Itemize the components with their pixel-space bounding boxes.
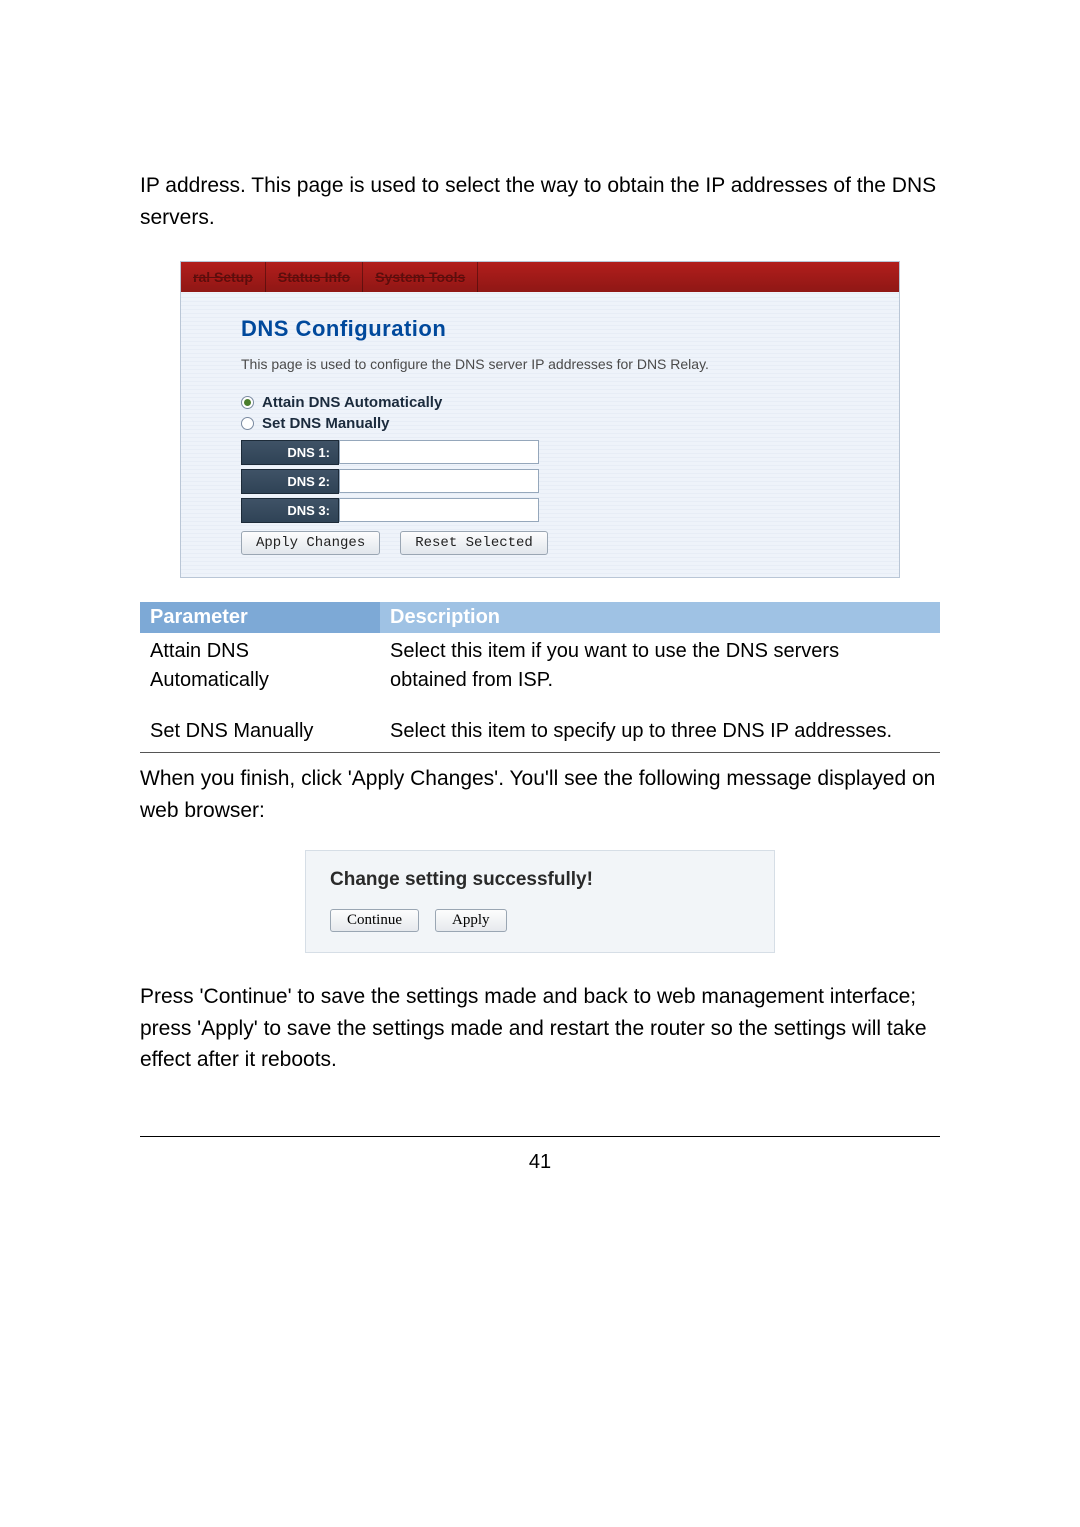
reset-selected-button[interactable]: Reset Selected <box>400 531 548 555</box>
cell-param: Attain DNS Automatically <box>140 633 380 699</box>
tab-label: System Tools <box>375 269 465 285</box>
table-row: Set DNS Manually Select this item to spe… <box>140 699 940 753</box>
dns-row-1: DNS 1: <box>241 440 859 465</box>
success-button-row: Continue Apply <box>330 909 750 932</box>
th-parameter: Parameter <box>140 602 380 633</box>
dns1-input[interactable] <box>339 440 539 464</box>
tab-label: ral Setup <box>193 269 253 285</box>
apply-button[interactable]: Apply <box>435 909 507 932</box>
intro-text: IP address. This page is used to select … <box>140 170 940 233</box>
footer-rule <box>140 1136 940 1137</box>
dns-row-2: DNS 2: <box>241 469 859 494</box>
tab-general-setup[interactable]: ral Setup <box>181 262 266 292</box>
th-description: Description <box>380 602 940 633</box>
continue-button[interactable]: Continue <box>330 909 419 932</box>
cell-param: Set DNS Manually <box>140 699 380 753</box>
page: IP address. This page is used to select … <box>0 0 1080 1234</box>
radio-attain-auto[interactable]: Attain DNS Automatically <box>241 394 859 411</box>
paragraph-apply-note: When you finish, click 'Apply Changes'. … <box>140 763 940 826</box>
success-screenshot: Change setting successfully! Continue Ap… <box>305 850 775 953</box>
table-row: Attain DNS Automatically Select this ite… <box>140 633 940 699</box>
tab-status-info[interactable]: Status Info <box>266 262 363 292</box>
dns3-input[interactable] <box>339 498 539 522</box>
dns-config-screenshot: ral Setup Status Info System Tools DNS C… <box>180 261 900 578</box>
radio-label: Attain DNS Automatically <box>262 394 442 411</box>
config-panel: DNS Configuration This page is used to c… <box>181 292 899 577</box>
radio-icon <box>241 396 254 409</box>
success-title: Change setting successfully! <box>330 869 750 891</box>
page-number: 41 <box>140 1151 940 1174</box>
dns3-label: DNS 3: <box>241 498 339 523</box>
radio-label: Set DNS Manually <box>262 415 390 432</box>
parameter-table: Parameter Description Attain DNS Automat… <box>140 602 940 753</box>
apply-changes-button[interactable]: Apply Changes <box>241 531 380 555</box>
panel-title: DNS Configuration <box>241 316 859 342</box>
cell-desc: Select this item to specify up to three … <box>380 699 940 753</box>
tab-label: Status Info <box>278 269 350 285</box>
radio-icon <box>241 417 254 430</box>
tab-system-tools[interactable]: System Tools <box>363 262 478 292</box>
dns1-label: DNS 1: <box>241 440 339 465</box>
cell-desc: Select this item if you want to use the … <box>380 633 940 699</box>
paragraph-continue-note: Press 'Continue' to save the settings ma… <box>140 981 940 1076</box>
tab-bar: ral Setup Status Info System Tools <box>181 262 899 292</box>
dns-row-3: DNS 3: <box>241 498 859 523</box>
dns-fields: DNS 1: DNS 2: DNS 3: Apply Changes Reset… <box>241 440 859 555</box>
radio-set-manual[interactable]: Set DNS Manually <box>241 415 859 432</box>
dns2-label: DNS 2: <box>241 469 339 494</box>
panel-subtitle: This page is used to configure the DNS s… <box>241 356 859 372</box>
dns2-input[interactable] <box>339 469 539 493</box>
button-row: Apply Changes Reset Selected <box>241 531 859 555</box>
